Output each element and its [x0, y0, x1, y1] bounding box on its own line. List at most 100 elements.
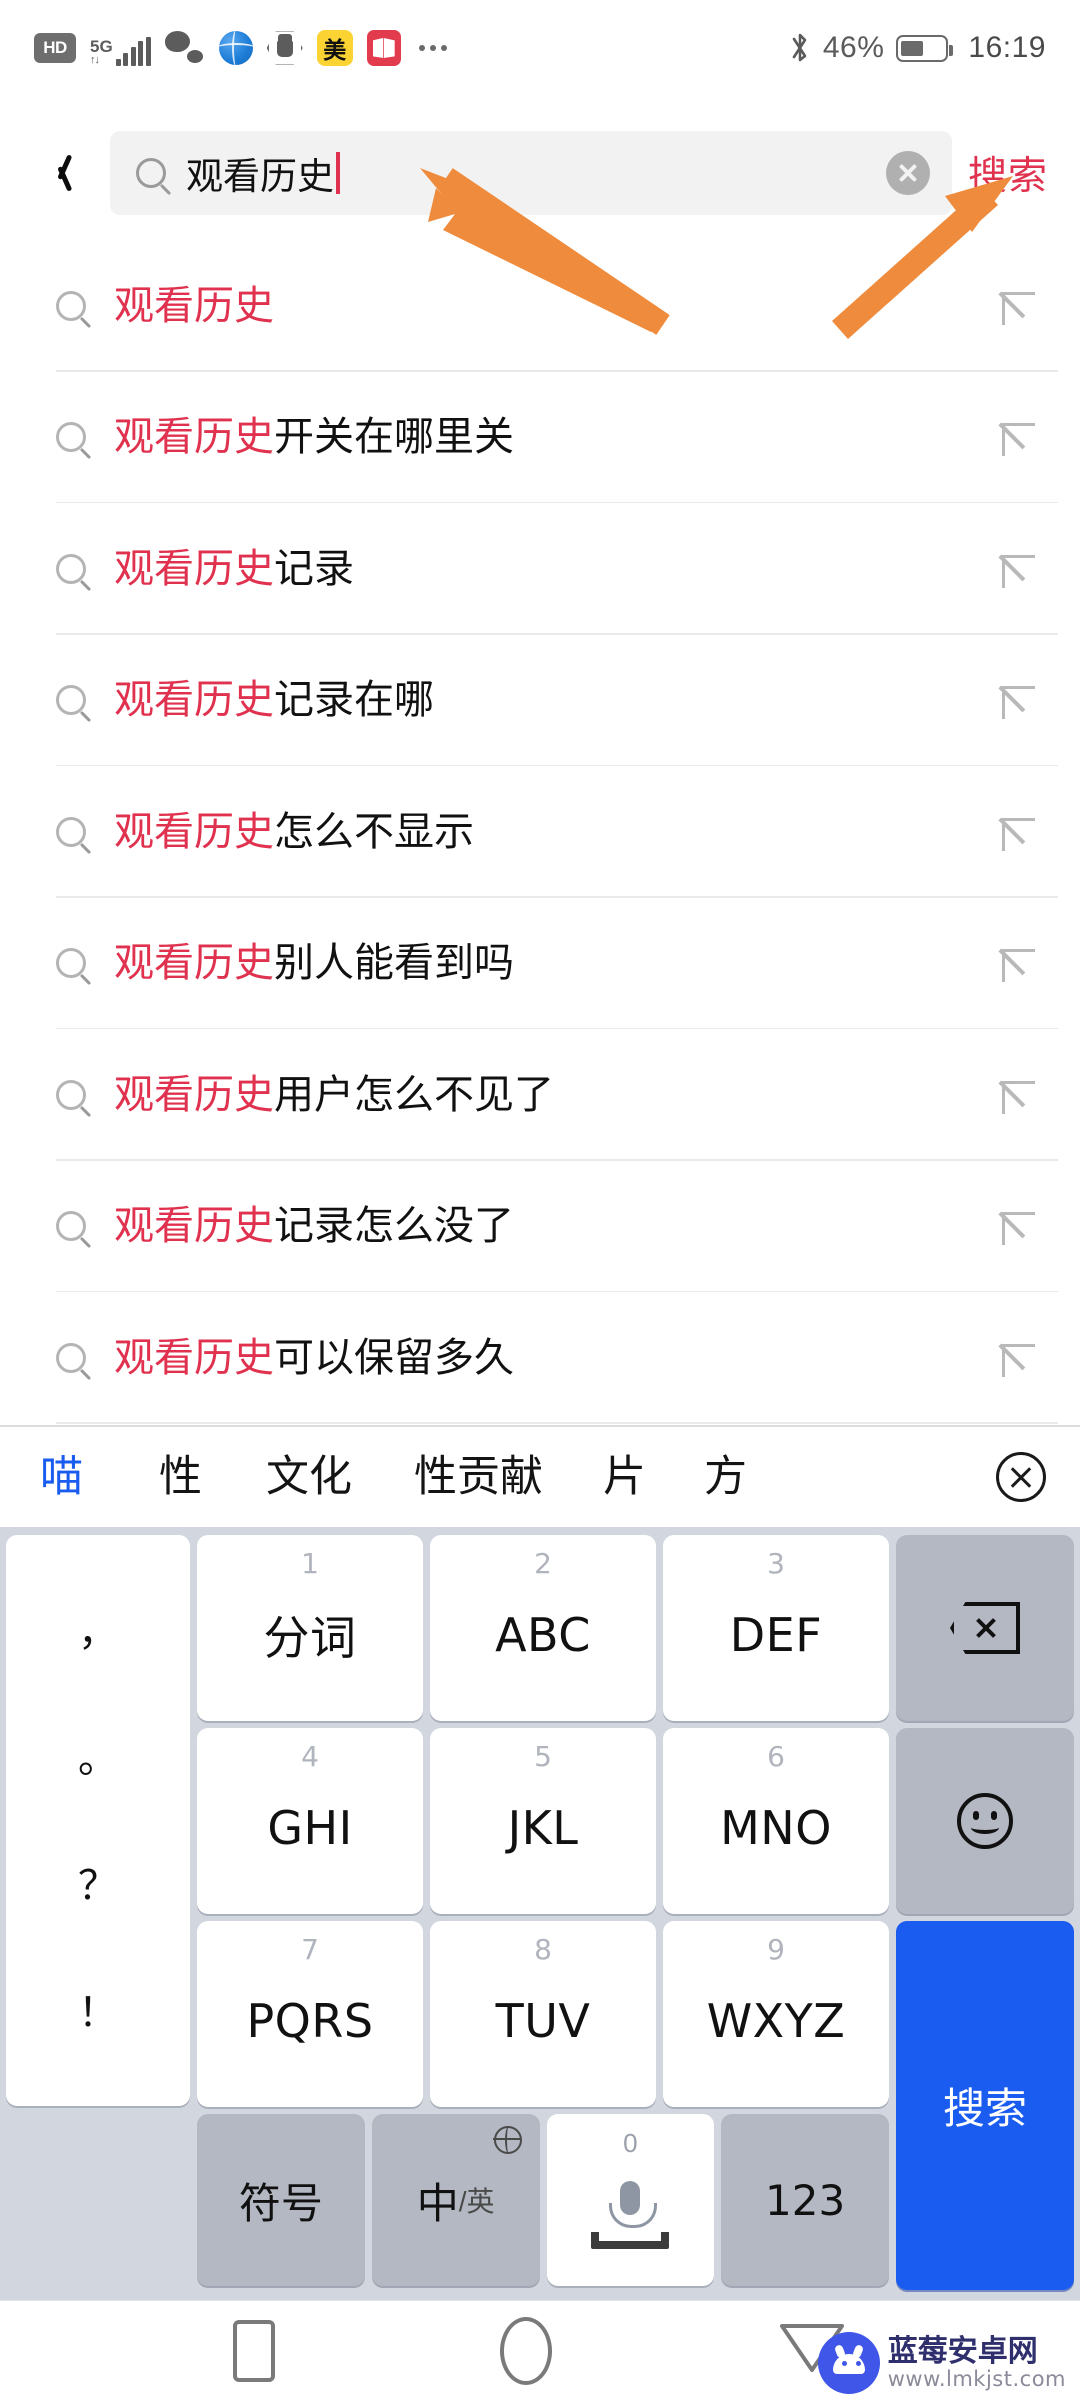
key-2-abc[interactable]: 2 ABC — [430, 1535, 656, 1721]
recent-apps-icon[interactable] — [232, 2319, 275, 2382]
key-symbols[interactable]: 符号 — [197, 2114, 365, 2286]
list-item[interactable]: 观看历史怎么不显示 — [0, 766, 1080, 898]
watermark-text: 蓝莓安卓网 www.lmkjst.com — [888, 2336, 1066, 2390]
watermark-logo-icon — [817, 2332, 880, 2394]
keypad-grid: 1 分词 2 ABC 3 DEF 4 GHI 5 JKL 6 MNO 7 PQR… — [197, 1535, 889, 2290]
search-icon — [56, 422, 86, 453]
list-item[interactable]: 观看历史记录怎么没了 — [0, 1161, 1080, 1293]
search-input-value: 观看历史 — [186, 155, 334, 198]
fill-query-icon[interactable] — [998, 288, 1035, 325]
list-item[interactable]: 观看历史 — [0, 240, 1080, 372]
signal-5g-icon: 5G ↑↓ — [90, 30, 151, 66]
key-label: GHI — [267, 1801, 353, 1855]
candidate-close-icon[interactable] — [996, 1452, 1046, 1502]
punct-exclaim[interactable]: ！ — [78, 1993, 118, 2033]
key-7-pqrs[interactable]: 7 PQRS — [197, 1921, 423, 2107]
suggestion-text: 观看历史开关在哪里关 — [114, 417, 514, 457]
candidate-item-2[interactable]: 文化 — [266, 1455, 352, 1499]
key-search-enter[interactable]: 搜索 — [896, 1921, 1074, 2290]
key-number: 6 — [767, 1740, 785, 1773]
close-icon — [897, 162, 919, 184]
signal-arrows-icon: ↑↓ — [90, 54, 100, 66]
battery-icon — [896, 34, 954, 62]
search-icon — [56, 816, 86, 847]
key-label: TUV — [495, 1994, 591, 2048]
punct-question[interactable]: ？ — [78, 1866, 118, 1906]
key-9-wxyz[interactable]: 9 WXYZ — [663, 1921, 889, 2107]
suggestion-text: 观看历史可以保留多久 — [114, 1338, 514, 1378]
key-4-ghi[interactable]: 4 GHI — [197, 1728, 423, 1914]
key-6-mno[interactable]: 6 MNO — [663, 1728, 889, 1914]
key-backspace[interactable] — [896, 1535, 1074, 1721]
watermark-site-name: 蓝莓安卓网 — [887, 2334, 1038, 2370]
search-input[interactable]: 观看历史 — [110, 131, 952, 215]
fill-query-icon[interactable] — [998, 1077, 1035, 1114]
list-item[interactable]: 观看历史记录 — [0, 503, 1080, 635]
key-label: MNO — [720, 1801, 832, 1855]
candidate-item-0[interactable]: 喵 — [40, 1455, 83, 1499]
fill-query-icon[interactable] — [998, 814, 1035, 851]
suggestion-rest: 别人能看到吗 — [274, 940, 514, 987]
clear-input-button[interactable] — [885, 151, 930, 195]
key-label: 中 — [416, 2178, 459, 2228]
home-icon[interactable] — [499, 2316, 552, 2385]
hand-shield-icon — [266, 30, 303, 66]
microphone-icon[interactable] — [609, 2181, 658, 2228]
keyboard-keys: ， 。 ？ ！ 1 分词 2 ABC 3 DEF 4 GHI 5 JKL 6 M… — [0, 1527, 1080, 2302]
list-item[interactable]: 观看历史记录在哪 — [0, 635, 1080, 767]
key-5-jkl[interactable]: 5 JKL — [430, 1728, 656, 1914]
list-item[interactable]: 观看历史用户怎么不见了 — [0, 1029, 1080, 1161]
key-number: 1 — [301, 1547, 319, 1580]
key-numeric[interactable]: 123 — [721, 2114, 889, 2286]
watermark-site-url: www.lmkjst.com — [887, 2366, 1066, 2391]
key-label: 符号 — [238, 2178, 323, 2228]
back-button[interactable] — [26, 138, 96, 208]
search-icon — [56, 685, 86, 716]
punct-period[interactable]: 。 — [78, 1739, 118, 1779]
fill-query-icon[interactable] — [998, 1340, 1035, 1377]
search-icon — [56, 290, 86, 321]
fill-query-icon[interactable] — [998, 682, 1035, 720]
fill-query-icon[interactable] — [998, 1208, 1035, 1246]
search-bar: 观看历史 搜索 — [0, 118, 1080, 228]
key-label: ABC — [495, 1608, 591, 1662]
suggestion-rest: 记录在哪 — [274, 677, 434, 724]
candidate-item-1[interactable]: 性 — [159, 1455, 202, 1499]
fill-query-icon[interactable] — [998, 551, 1035, 588]
key-number: 5 — [534, 1740, 552, 1773]
key-1-fenci[interactable]: 1 分词 — [197, 1535, 423, 1721]
candidate-item-4[interactable]: 片 — [603, 1455, 646, 1499]
search-submit-button[interactable]: 搜索 — [968, 145, 1054, 201]
key-label: JKL — [507, 1801, 579, 1855]
more-icons-ellipsis — [418, 45, 447, 51]
list-item[interactable]: 观看历史可以保留多久 — [0, 1292, 1080, 1424]
suggestion-highlight: 观看历史 — [114, 282, 274, 329]
fill-query-icon[interactable] — [998, 945, 1035, 983]
key-space[interactable]: 0 — [546, 2114, 715, 2286]
fill-query-icon[interactable] — [998, 419, 1035, 457]
punctuation-key[interactable]: ， 。 ？ ！ — [6, 1535, 190, 2106]
key-label: 123 — [765, 2175, 846, 2225]
suggestion-highlight: 观看历史 — [114, 940, 274, 987]
suggestion-highlight: 观看历史 — [114, 808, 274, 855]
wechat-icon — [164, 31, 205, 65]
keypad-side-column: 搜索 — [896, 1535, 1074, 2290]
suggestion-text: 观看历史别人能看到吗 — [114, 943, 514, 983]
search-icon — [56, 1079, 86, 1110]
punct-comma[interactable]: ， — [78, 1612, 118, 1652]
key-label: DEF — [729, 1608, 823, 1662]
chevron-left-icon — [49, 151, 73, 195]
candidate-item-5[interactable]: 方 — [704, 1455, 747, 1499]
key-emoji[interactable] — [896, 1728, 1074, 1914]
candidate-item-3[interactable]: 性贡献 — [414, 1455, 543, 1499]
key-number: 7 — [301, 1933, 319, 1966]
key-language-toggle[interactable]: 中 /英 — [371, 2114, 540, 2286]
key-label: WXYZ — [706, 1994, 846, 2048]
list-item[interactable]: 观看历史别人能看到吗 — [0, 898, 1080, 1030]
key-label-sub: /英 — [458, 2186, 495, 2217]
key-8-tuv[interactable]: 8 TUV — [430, 1921, 656, 2107]
list-item[interactable]: 观看历史开关在哪里关 — [0, 372, 1080, 504]
key-3-def[interactable]: 3 DEF — [663, 1535, 889, 1721]
site-watermark: 蓝莓安卓网 www.lmkjst.com — [817, 2332, 1066, 2394]
hd-icon: HD — [34, 33, 76, 63]
